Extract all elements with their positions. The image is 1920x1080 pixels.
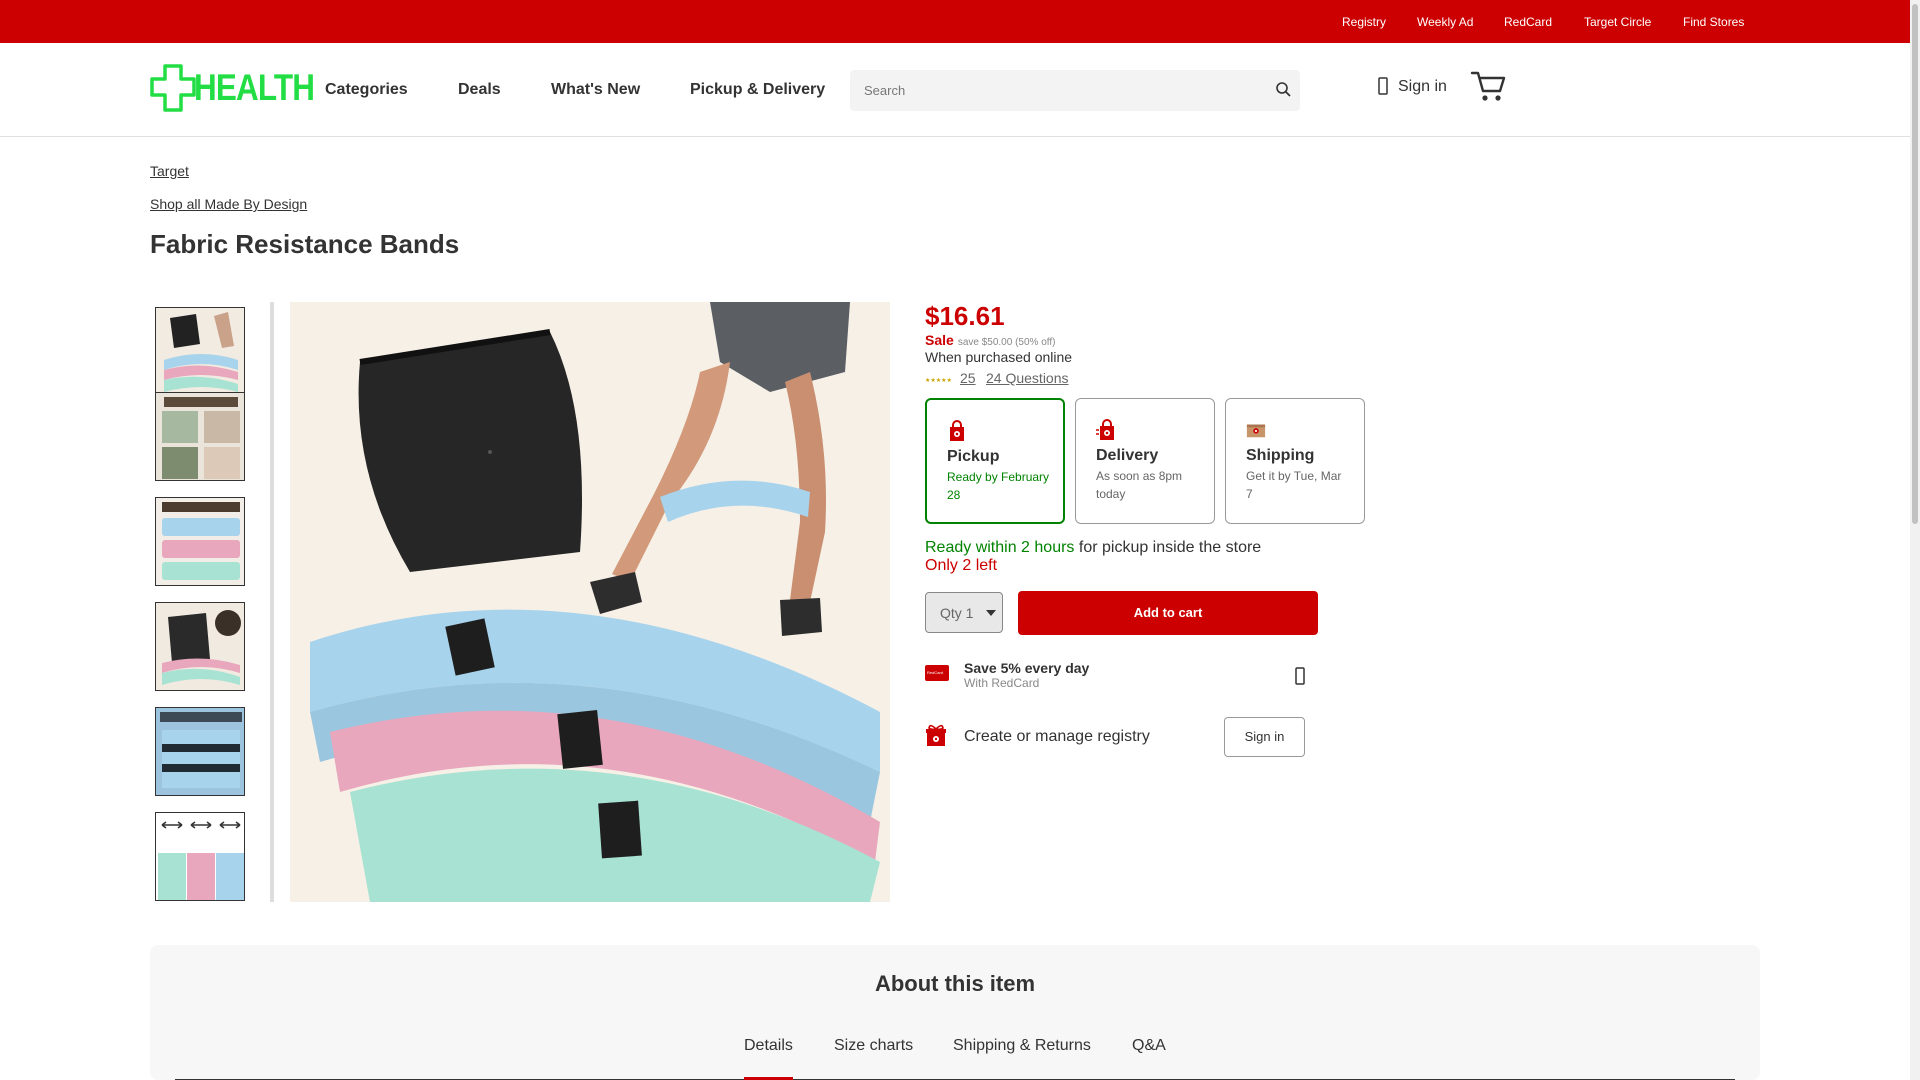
thumbnail-2[interactable] xyxy=(155,392,245,481)
person-icon xyxy=(1378,77,1388,95)
page-scrollbar[interactable] xyxy=(1910,0,1920,1080)
redcard-offer[interactable]: RedCard Save 5% every day With RedCard xyxy=(925,655,1345,695)
tab-qa[interactable]: Q&A xyxy=(1132,1037,1166,1080)
rating-count-link[interactable]: 25 xyxy=(960,370,976,386)
redcard-sub: With RedCard xyxy=(964,676,1040,690)
fulfillment-sub: As soon as 8pm today xyxy=(1096,469,1183,501)
site-header: HEALTH Categories Deals What's New Picku… xyxy=(0,43,1910,137)
thumbnail-strip xyxy=(150,302,260,902)
nav-categories[interactable]: Categories xyxy=(325,81,408,99)
thumbnail-6[interactable] xyxy=(155,812,245,901)
fulfillment-sub: Get it by Tue, Mar 7 xyxy=(1246,469,1342,501)
stock-level: Only 2 left xyxy=(925,557,998,574)
when-purchased-online: When purchased online xyxy=(925,349,1073,365)
fulfillment-name: Delivery xyxy=(1096,447,1159,464)
fulfillment-sub: Ready by February 28 xyxy=(947,470,1050,502)
star-rating-icon[interactable]: ★★★★★ xyxy=(925,377,952,384)
tab-shipping-returns[interactable]: Shipping & Returns xyxy=(953,1037,1091,1080)
ready-time: Ready within 2 hours xyxy=(925,539,1075,556)
nav-deals[interactable]: Deals xyxy=(458,81,501,99)
tab-size-charts[interactable]: Size charts xyxy=(834,1037,913,1080)
topbar-link-weekly-ad[interactable]: Weekly Ad xyxy=(1417,15,1473,29)
fulfillment-name: Shipping xyxy=(1246,447,1315,464)
search-input[interactable] xyxy=(864,70,1264,111)
questions-link[interactable]: 24 Questions xyxy=(986,370,1069,386)
nav-pickup-delivery[interactable]: Pickup & Delivery xyxy=(690,81,825,99)
thumbnail-4[interactable] xyxy=(155,602,245,691)
registry-row: Create or manage registry Sign in xyxy=(925,715,1345,760)
thumbnail-scrollbar[interactable] xyxy=(270,302,274,902)
topbar-link-find-stores[interactable]: Find Stores xyxy=(1683,15,1744,29)
topbar-link-target-circle[interactable]: Target Circle xyxy=(1584,15,1651,29)
delivery-bag-icon xyxy=(1096,419,1114,440)
quantity-label: Qty 1 xyxy=(940,605,974,621)
fulfillment-shipping[interactable]: Shipping Get it by Tue, Mar 7 xyxy=(1225,398,1365,524)
about-tabs: Details Size charts Shipping & Returns Q… xyxy=(175,1037,1735,1080)
sale-label: Sale xyxy=(925,332,954,348)
chevron-down-icon xyxy=(986,610,996,616)
breadcrumb-made-by-design[interactable]: Shop all Made By Design xyxy=(150,196,307,212)
add-to-cart-button[interactable]: Add to cart xyxy=(1018,591,1318,635)
sale-line: Sale save $50.00 (50% off) xyxy=(925,332,1055,350)
fulfillment-name: Pickup xyxy=(947,448,1000,465)
about-this-item-section: About this item Details Size charts Ship… xyxy=(150,945,1760,1080)
cart-icon[interactable] xyxy=(1470,69,1506,103)
product-title: Fabric Resistance Bands xyxy=(150,229,460,259)
registry-text: Create or manage registry xyxy=(964,728,1150,745)
ready-location: for pickup inside the store xyxy=(1074,539,1262,556)
health-cross-icon xyxy=(150,64,196,112)
thumbnail-5[interactable] xyxy=(155,707,245,796)
redcard-chevron-icon xyxy=(1295,667,1305,685)
main-product-image[interactable] xyxy=(290,302,890,902)
search-icon[interactable] xyxy=(1274,80,1294,100)
thumbnail-1[interactable] xyxy=(155,307,245,396)
about-heading: About this item xyxy=(874,971,1036,996)
pickup-bag-icon xyxy=(950,420,964,441)
page-scrollbar-thumb[interactable] xyxy=(1912,4,1918,524)
fulfillment-pickup[interactable]: Pickup Ready by February 28 xyxy=(925,398,1065,524)
gift-icon xyxy=(926,724,946,746)
redcard-title: Save 5% every day xyxy=(964,660,1090,676)
site-logo[interactable]: HEALTH xyxy=(150,63,315,113)
nav-whats-new[interactable]: What's New xyxy=(551,81,640,99)
product-price: $16.61 xyxy=(925,301,1005,331)
quantity-select[interactable]: Qty 1 xyxy=(925,592,1003,633)
logo-text: HEALTH xyxy=(194,67,315,108)
redcard-icon: RedCard xyxy=(925,665,949,681)
sign-in-label: Sign in xyxy=(1398,78,1447,95)
shipping-box-icon xyxy=(1246,424,1266,438)
redcard-card-text: RedCard xyxy=(927,670,944,675)
top-utility-bar: Registry Weekly Ad RedCard Target Circle… xyxy=(0,0,1910,43)
registry-sign-in-button[interactable]: Sign in xyxy=(1224,717,1305,757)
breadcrumb-target[interactable]: Target xyxy=(150,163,189,179)
search-bar xyxy=(850,70,1300,111)
tab-details[interactable]: Details xyxy=(744,1037,793,1080)
save-amount: save $50.00 (50% off) xyxy=(957,337,1056,348)
topbar-link-registry[interactable]: Registry xyxy=(1342,15,1386,29)
thumbnail-3[interactable] xyxy=(155,497,245,586)
fulfillment-delivery[interactable]: Delivery As soon as 8pm today xyxy=(1075,398,1215,524)
topbar-link-redcard[interactable]: RedCard xyxy=(1504,15,1552,29)
pickup-ready-text: Ready within 2 hours for pickup inside t… xyxy=(925,539,1261,557)
